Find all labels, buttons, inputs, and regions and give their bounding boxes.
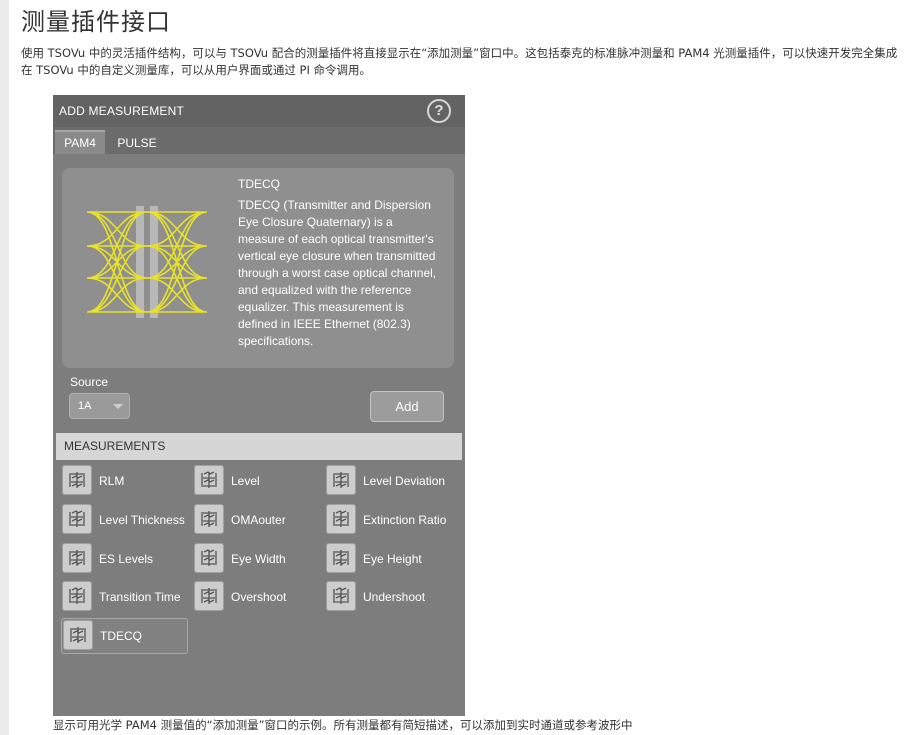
intro-paragraph: 使用 TSOVu 中的灵活插件结构，可以与 TSOVu 配合的测量插件将直接显示… bbox=[21, 46, 898, 77]
measurement-level[interactable]: Level bbox=[193, 464, 319, 500]
glyph-icon bbox=[333, 550, 349, 566]
glyph-icon bbox=[69, 550, 85, 566]
measurement-eye-height[interactable]: Eye Height bbox=[325, 542, 451, 578]
level-thickness-icon bbox=[62, 504, 92, 534]
overshoot-icon bbox=[194, 581, 224, 611]
measurements-header: MEASUREMENTS bbox=[56, 433, 462, 460]
tdecq-icon bbox=[63, 620, 93, 650]
measurement-label: TDECQ bbox=[100, 628, 142, 643]
measurement-label: Transition Time bbox=[99, 589, 181, 604]
measurement-eye-width[interactable]: Eye Width bbox=[193, 542, 319, 578]
measurement-label: OMAouter bbox=[231, 512, 286, 527]
measurement-label: ES Levels bbox=[99, 551, 154, 566]
description-text: TDECQ (Transmitter and Dispersion Eye Cl… bbox=[238, 198, 437, 348]
measurement-overshoot[interactable]: Overshoot bbox=[193, 580, 319, 616]
tab-bar: PAM4 PULSE bbox=[53, 127, 465, 154]
glyph-icon bbox=[69, 472, 85, 488]
level-icon bbox=[194, 465, 224, 495]
source-select[interactable]: 1A bbox=[69, 393, 130, 419]
es-levels-icon bbox=[62, 543, 92, 573]
glyph-icon bbox=[333, 587, 349, 604]
measurement-omaouter[interactable]: OMAouter bbox=[193, 503, 319, 539]
measurement-label: Eye Width bbox=[231, 551, 286, 566]
measurement-undershoot[interactable]: Undershoot bbox=[325, 580, 451, 616]
glyph-icon bbox=[333, 472, 349, 488]
add-button[interactable]: Add bbox=[370, 391, 444, 422]
eye-height-icon bbox=[326, 543, 356, 573]
transition-time-icon bbox=[62, 581, 92, 611]
undershoot-icon bbox=[326, 581, 356, 611]
measurement-tdecq[interactable]: TDECQ bbox=[61, 618, 188, 654]
measurement-label: Overshoot bbox=[231, 589, 287, 604]
measurement-es-levels[interactable]: ES Levels bbox=[61, 542, 187, 578]
glyph-icon bbox=[69, 587, 85, 604]
tab-pulse[interactable]: PULSE bbox=[111, 132, 163, 154]
help-icon[interactable]: ? bbox=[427, 99, 451, 123]
dialog-title: ADD MEASUREMENT bbox=[59, 104, 185, 118]
measurement-label: Eye Height bbox=[363, 551, 422, 566]
source-value: 1A bbox=[78, 400, 92, 412]
rlm-icon bbox=[62, 465, 92, 495]
measurement-label: Extinction Ratio bbox=[363, 512, 447, 527]
glyph-icon bbox=[333, 510, 349, 527]
source-label: Source bbox=[70, 375, 109, 389]
description-title: TDECQ bbox=[238, 177, 280, 191]
glyph-icon bbox=[201, 471, 217, 488]
measurement-label: Level Deviation bbox=[363, 473, 446, 488]
left-gutter bbox=[0, 0, 9, 735]
eye-trace bbox=[87, 211, 207, 313]
dialog-header: ADD MEASUREMENT ? bbox=[53, 95, 465, 127]
glyph-icon bbox=[69, 510, 85, 527]
pam4-eye-diagram-icon bbox=[87, 206, 207, 318]
add-measurement-dialog: ADD MEASUREMENT ? PAM4 PULSE TDECQ TDECQ… bbox=[53, 95, 465, 716]
description-card: TDECQ TDECQ (Transmitter and Dispersion … bbox=[62, 168, 454, 368]
glyph-icon bbox=[201, 549, 217, 566]
measurement-label: Level bbox=[231, 473, 260, 488]
tab-pam4[interactable]: PAM4 bbox=[55, 130, 105, 154]
measurement-level-thickness[interactable]: Level Thickness bbox=[61, 503, 187, 539]
glyph-icon bbox=[201, 588, 217, 604]
measurement-label: RLM bbox=[99, 473, 125, 488]
glyph-icon bbox=[70, 627, 86, 643]
measurement-rlm[interactable]: RLM bbox=[61, 464, 187, 500]
measurement-level-deviation[interactable]: Level Deviation bbox=[325, 464, 451, 500]
eye-width-icon bbox=[194, 543, 224, 573]
page-title: 测量插件接口 bbox=[21, 8, 171, 36]
measurement-transition-time[interactable]: Transition Time bbox=[61, 580, 187, 616]
omaouter-icon bbox=[194, 504, 224, 534]
measurement-extinction-ratio[interactable]: Extinction Ratio bbox=[325, 503, 451, 539]
figure-caption: 显示可用光学 PAM4 测量值的“添加测量”窗口的示例。所有测量都有简短描述，可… bbox=[53, 718, 633, 732]
extinction-ratio-icon bbox=[326, 504, 356, 534]
measurement-label: Undershoot bbox=[363, 589, 426, 604]
level-deviation-icon bbox=[326, 465, 356, 495]
measurement-label: Level Thickness bbox=[99, 512, 185, 527]
glyph-icon bbox=[201, 511, 217, 527]
chevron-down-icon bbox=[113, 404, 123, 409]
